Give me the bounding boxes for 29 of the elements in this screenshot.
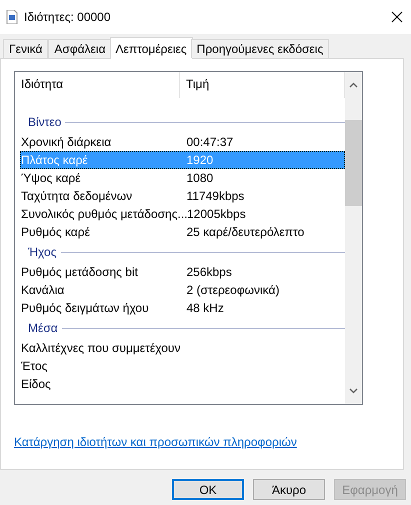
tab[interactable]: Ασφάλεια — [48, 39, 112, 58]
scroll-down-icon[interactable] — [349, 388, 358, 394]
tab[interactable]: Προηγούμενες εκδόσεις — [190, 39, 330, 58]
remove-properties-link[interactable]: Κατάργηση ιδιοτήτων και προσωπικών πληροφοριών — [14, 435, 297, 449]
group-title: Βίντεο — [28, 115, 62, 129]
scroll-up-icon[interactable] — [349, 82, 358, 88]
property-row[interactable]: Καλλιτέχνες που συμμετέχουν — [20, 339, 345, 357]
property-row[interactable]: Ύψος καρέ 1080 — [20, 169, 345, 187]
tab[interactable]: Γενικά — [3, 39, 48, 58]
property-row[interactable]: Ταχύτητα δεδομένων 11749kbps — [20, 187, 345, 205]
group-title: Ήχος — [28, 245, 56, 259]
window-title: Ιδιότητες: 00000 — [24, 10, 112, 24]
close-icon[interactable] — [391, 11, 403, 23]
property-row[interactable]: Ρυθμός καρέ 25 καρέ/δευτερόλεπτο — [20, 223, 345, 241]
property-row[interactable]: Συνολικός ρυθμός μετάδοσης...12005kbps — [20, 205, 345, 223]
property-row[interactable]: Ρυθμός δειγμάτων ήχου 48 kHz — [20, 299, 345, 317]
group-title: Μέσα — [28, 321, 58, 335]
scroll-thumb[interactable] — [345, 120, 362, 206]
property-row[interactable]: Έτος — [20, 357, 345, 375]
scrollbar[interactable] — [345, 72, 362, 404]
property-row[interactable]: Χρονική διάρκεια 00:47:37 — [20, 133, 345, 151]
property-row[interactable]: Κανάλια 2 (στερεοφωνικά) — [20, 281, 345, 299]
file-icon — [6, 10, 18, 24]
property-row[interactable]: Είδος — [20, 375, 345, 393]
tab[interactable]: Λεπτομέρειες — [110, 37, 193, 59]
property-row[interactable]: Ρυθμός μετάδοσης bit 256kbps — [20, 263, 345, 281]
dialog-button[interactable]: OK — [172, 479, 244, 500]
dialog-button[interactable]: Άκυρο — [253, 479, 325, 500]
column-header[interactable]: Ιδιότητα — [15, 72, 180, 98]
